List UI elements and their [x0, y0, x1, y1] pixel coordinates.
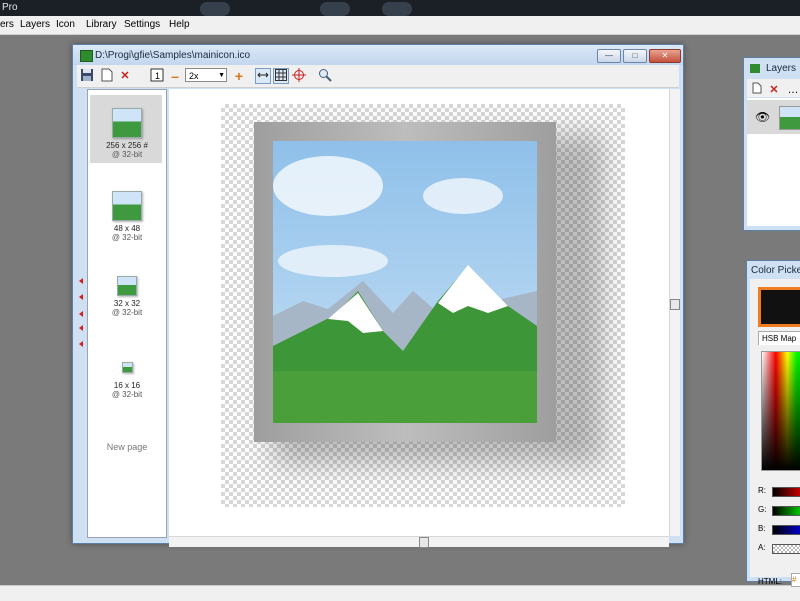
green-slider[interactable] — [772, 506, 800, 516]
landscape-image — [273, 141, 537, 423]
color-picker-panel: Color Picker HSB Map R: G: B: A: HTML: # — [746, 260, 800, 587]
eye-icon[interactable]: 👁 — [755, 110, 770, 124]
menu-item-help[interactable]: Help — [169, 19, 190, 30]
channel-label-g: G: — [758, 505, 767, 514]
document-icon — [80, 50, 93, 62]
html-color-input[interactable]: # — [791, 573, 800, 587]
layer-row[interactable]: 👁 — [747, 100, 800, 134]
page-thumbnail — [121, 362, 133, 373]
horizontal-scrollbar[interactable] — [169, 536, 669, 548]
document-toolbar: ✕ 1 – 2x ▼ + — [77, 65, 679, 88]
grid-icon[interactable] — [273, 68, 289, 84]
menu-item-layers[interactable]: Layers — [20, 19, 50, 30]
tab-hsb-map[interactable]: HSB Map — [758, 331, 800, 345]
color-picker-body: HSB Map R: G: B: A: HTML: # — [750, 279, 800, 587]
page-depth: @ 32-bit — [111, 308, 143, 317]
vertical-scrollbar[interactable] — [669, 89, 680, 536]
page-depth: @ 32-bit — [111, 233, 143, 242]
svg-text:1: 1 — [155, 71, 160, 81]
layers-toolbar: ✕ … — [747, 79, 800, 97]
menu-bar: ers Layers Icon Library Settings Help — [0, 16, 800, 35]
layers-panel-icon — [750, 64, 760, 73]
menu-item[interactable]: ers — [0, 19, 14, 30]
channel-label-b: B: — [758, 524, 766, 533]
page-depth: @ 32-bit — [111, 150, 143, 159]
taskbar-icon — [200, 2, 230, 16]
scroll-thumb[interactable] — [419, 537, 429, 548]
page-thumbnail — [112, 191, 142, 221]
alpha-slider[interactable] — [772, 544, 800, 554]
document-window: D:\Progi\gfie\Samples\mainicon.ico — □ ✕… — [72, 44, 684, 548]
marker-icon — [79, 311, 83, 317]
page-item-48[interactable]: 48 x 48 @ 32-bit — [88, 191, 166, 242]
document-title-bar[interactable]: D:\Progi\gfie\Samples\mainicon.ico — □ ✕ — [73, 45, 683, 65]
document-title: D:\Progi\gfie\Samples\mainicon.ico — [95, 50, 251, 61]
page-thumbnail — [117, 276, 137, 296]
new-layer-icon[interactable] — [749, 82, 765, 98]
red-slider[interactable] — [772, 487, 800, 497]
menu-item-icon[interactable]: Icon — [56, 19, 75, 30]
actual-size-icon[interactable]: 1 — [149, 68, 165, 84]
maximize-button[interactable]: □ — [623, 49, 647, 63]
layer-thumbnail — [779, 106, 800, 130]
page-item-32[interactable]: 32 x 32 @ 32-bit — [88, 276, 166, 317]
zoom-out-icon[interactable]: – — [167, 68, 183, 84]
blue-slider[interactable] — [772, 525, 800, 535]
taskbar-icon — [320, 2, 350, 16]
fit-icon[interactable] — [255, 68, 271, 84]
marker-icon — [79, 325, 83, 331]
taskbar-icon — [382, 2, 412, 16]
menu-item-settings[interactable]: Settings — [124, 19, 160, 30]
page-depth: @ 32-bit — [111, 390, 143, 399]
zoom-value: 2x — [189, 71, 199, 81]
status-bar — [0, 585, 800, 601]
page-list: 256 x 256 # @ 32-bit 48 x 48 @ 32-bit 32… — [87, 89, 167, 538]
search-icon[interactable] — [317, 68, 333, 84]
marker-icon — [79, 341, 83, 347]
icon-frame — [254, 122, 556, 442]
html-label: HTML: — [758, 577, 782, 586]
zoom-in-icon[interactable]: + — [231, 68, 247, 84]
color-picker-title: Color Picker — [751, 265, 800, 276]
chevron-down-icon: ▼ — [218, 72, 225, 79]
zoom-select[interactable]: 2x ▼ — [185, 68, 227, 82]
save-icon[interactable] — [79, 68, 95, 84]
canvas-area[interactable] — [169, 89, 669, 536]
menu-item-library[interactable]: Library — [86, 19, 117, 30]
scroll-thumb[interactable] — [670, 299, 680, 310]
new-page-link[interactable]: New page — [88, 442, 166, 452]
page-size: 48 x 48 — [113, 224, 141, 233]
delete-icon[interactable]: ✕ — [117, 68, 133, 84]
marker-icon — [79, 278, 83, 284]
layers-list: 👁 — [747, 98, 800, 226]
page-thumbnail — [112, 108, 142, 138]
channel-label-a: A: — [758, 543, 766, 552]
transparency-grid — [221, 104, 625, 507]
channel-label-r: R: — [758, 486, 766, 495]
delete-layer-icon[interactable]: ✕ — [766, 82, 782, 98]
page-item-16[interactable]: 16 x 16 @ 32-bit — [88, 362, 166, 399]
app-title: Pro — [2, 2, 18, 13]
page-size: 32 x 32 — [113, 299, 141, 308]
layers-panel-title: Layers — [766, 63, 797, 74]
marker-icon — [79, 294, 83, 300]
taskbar-strip: Pro — [0, 0, 800, 16]
page-size: 16 x 16 — [113, 381, 141, 390]
crosshair-icon[interactable] — [291, 68, 307, 84]
new-page-icon[interactable] — [99, 68, 115, 84]
current-color-swatch[interactable] — [758, 287, 800, 327]
page-item-256[interactable]: 256 x 256 # @ 32-bit — [88, 108, 166, 159]
minimize-button[interactable]: — — [597, 49, 621, 63]
page-size: 256 x 256 # — [106, 141, 148, 150]
more-icon[interactable]: … — [785, 82, 800, 98]
layers-panel: Layers ✕ … 👁 — [743, 57, 800, 231]
close-button[interactable]: ✕ — [649, 49, 681, 63]
hsb-color-map[interactable] — [761, 351, 800, 471]
